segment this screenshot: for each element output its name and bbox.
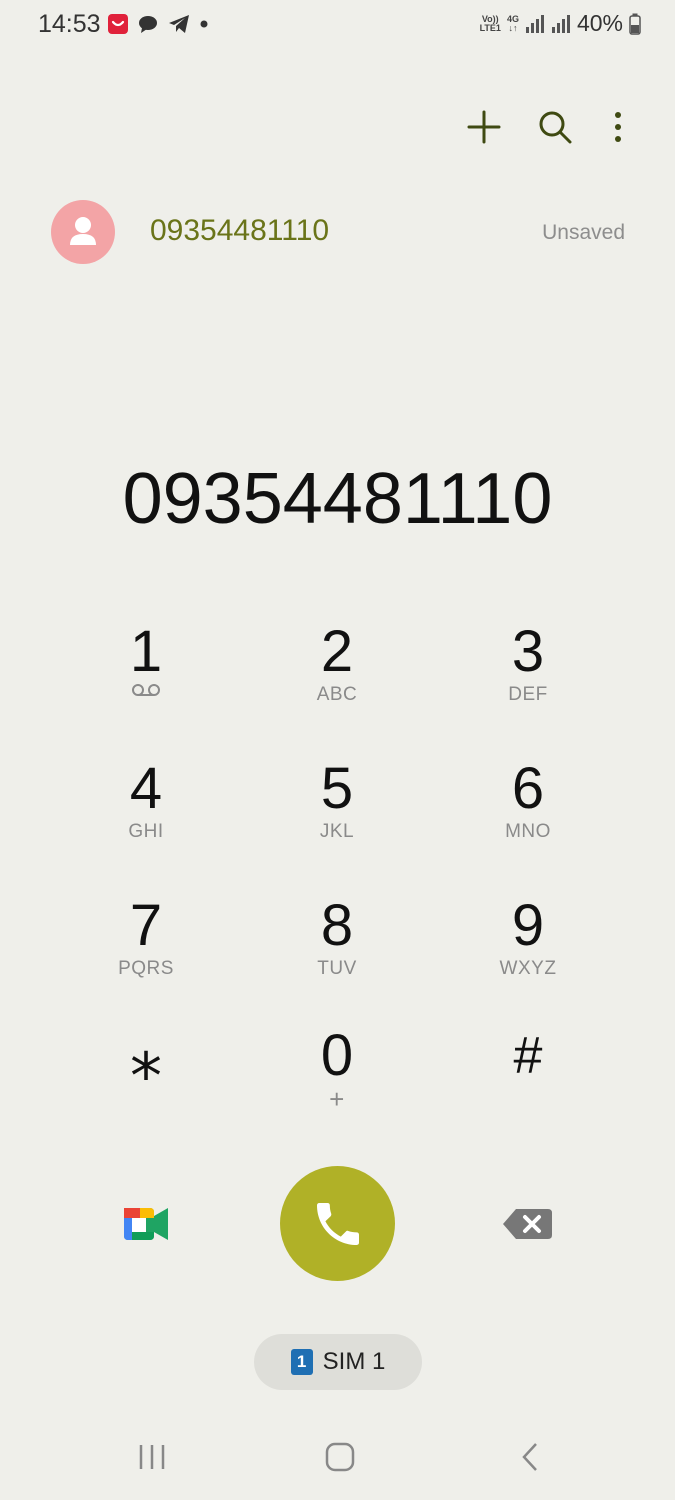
backspace-button[interactable] (502, 1207, 554, 1246)
key-7[interactable]: 7 PQRS (61, 894, 231, 1004)
key-4[interactable]: 4 GHI (61, 757, 231, 867)
recent-apps-button[interactable] (127, 1432, 177, 1482)
more-vertical-icon (615, 112, 621, 142)
volte-icon: Vo)) LTE1 (479, 13, 501, 33)
backspace-icon (503, 1209, 552, 1239)
status-indicators: Vo)) LTE1 4G ↓↑ 40% (480, 10, 641, 37)
key-5[interactable]: 5 JKL (252, 757, 422, 867)
back-icon (522, 1443, 537, 1471)
recent-apps-icon (139, 1445, 165, 1469)
video-call-button[interactable] (122, 1204, 170, 1249)
key-1[interactable]: 1 (61, 620, 231, 730)
key-8[interactable]: 8 TUV (252, 894, 422, 1004)
signal-icon-2 (551, 14, 570, 33)
home-button[interactable] (315, 1432, 365, 1482)
battery-percent: 40% (576, 10, 623, 36)
entered-number[interactable]: 09354481110 (0, 458, 675, 540)
call-button[interactable] (280, 1166, 395, 1281)
add-contact-button[interactable] (462, 105, 506, 149)
search-button[interactable] (533, 105, 577, 149)
search-icon (539, 111, 572, 144)
key-hash[interactable]: # (443, 1024, 613, 1134)
person-icon (70, 217, 96, 245)
sim-icon: 1 (290, 1349, 313, 1375)
back-button[interactable] (505, 1432, 555, 1482)
status-bar: 14:53 Vo)) LTE1 4G ↓↑ 40% (0, 0, 675, 52)
home-icon (325, 1442, 355, 1472)
phone-icon (316, 1202, 359, 1245)
battery-icon (629, 13, 641, 35)
key-2[interactable]: 2 ABC (252, 620, 422, 730)
status-time: 14:53 (38, 10, 101, 38)
dialer-screen: 14:53 Vo)) LTE1 4G ↓↑ 40% 09354481110 Un… (0, 0, 675, 1500)
sim-selector[interactable]: 1 SIM 1 (254, 1334, 422, 1390)
avatar (51, 200, 115, 264)
key-3[interactable]: 3 DEF (443, 620, 613, 730)
notification-icons (107, 13, 209, 35)
sim-label: SIM 1 (322, 1348, 386, 1375)
dot-icon (200, 20, 208, 28)
key-star[interactable]: ⁎ (61, 1024, 231, 1134)
plus-icon (467, 110, 501, 144)
key-0[interactable]: 0 + (252, 1024, 422, 1134)
suggested-number: 09354481110 (150, 214, 330, 247)
message-icon (139, 16, 157, 33)
signal-icon (525, 14, 544, 33)
app-notification-icon (108, 14, 128, 34)
data-type-icon: 4G ↓↑ (506, 13, 519, 33)
contact-status: Unsaved (542, 221, 625, 244)
key-9[interactable]: 9 WXYZ (443, 894, 613, 1004)
telegram-icon (169, 15, 189, 33)
more-options-button[interactable] (596, 105, 640, 149)
voicemail-icon (132, 684, 160, 696)
key-6[interactable]: 6 MNO (443, 757, 613, 867)
google-meet-icon (124, 1208, 168, 1240)
